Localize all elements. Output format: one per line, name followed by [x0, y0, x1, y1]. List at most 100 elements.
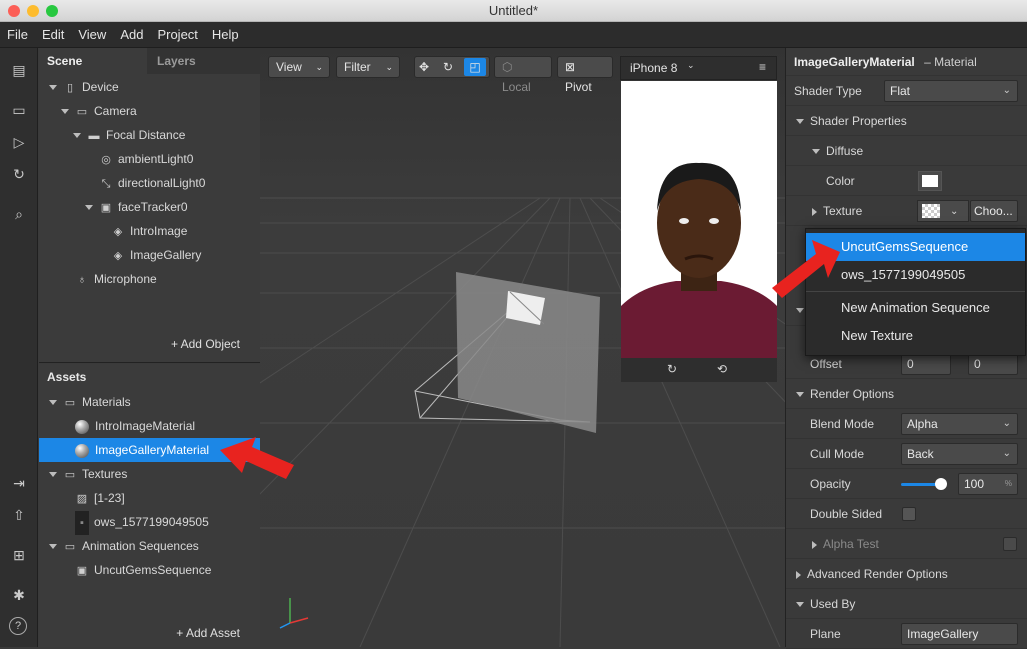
- tab-scene[interactable]: Scene: [39, 48, 147, 74]
- tree-item-camera[interactable]: ▭ Camera: [39, 99, 259, 123]
- double-sided-row: Double Sided: [786, 499, 1027, 529]
- simulator-controls: ↻ ⟲: [621, 358, 777, 382]
- opacity-input[interactable]: 100%: [958, 473, 1018, 495]
- menu-add[interactable]: Add: [113, 22, 150, 48]
- folder-icon: ▭: [64, 469, 76, 481]
- tree-item-intro-image[interactable]: ◈ IntroImage: [39, 219, 259, 243]
- color-swatch[interactable]: [918, 171, 942, 191]
- assets-title: Assets: [47, 370, 87, 384]
- chevron-down-icon: ⌄: [1002, 85, 1011, 96]
- chevron-down-icon: ⌄: [1002, 418, 1011, 429]
- asset-folder-materials[interactable]: ▭ Materials: [39, 390, 259, 414]
- menu-edit[interactable]: Edit: [35, 22, 71, 48]
- texture-picker[interactable]: ⌄: [917, 200, 969, 222]
- shader-properties-section[interactable]: Shader Properties: [786, 106, 1027, 136]
- tree-item-microphone[interactable]: ♁ Microphone: [39, 267, 259, 291]
- move-tool-icon[interactable]: ✥: [419, 57, 429, 77]
- zoom-window-button[interactable]: [46, 5, 58, 17]
- tree-item-focal-distance[interactable]: ▬ Focal Distance: [39, 123, 259, 147]
- blend-mode-select[interactable]: Alpha ⌄: [901, 413, 1018, 435]
- rotate-device-icon[interactable]: ⟲: [717, 362, 727, 376]
- choose-texture-button[interactable]: Choo...: [970, 200, 1018, 222]
- globe-icon: ◎: [101, 154, 111, 166]
- image-icon: ▨: [76, 493, 88, 505]
- tab-layers[interactable]: Layers: [149, 48, 259, 74]
- layout-icon[interactable]: ▤: [9, 60, 29, 80]
- menu-view[interactable]: View: [71, 22, 113, 48]
- assets-panel: Assets ▭ Materials IntroImageMaterial Ima…: [39, 364, 260, 647]
- chevron-down-icon: ⌄: [950, 206, 959, 217]
- add-object-button[interactable]: + Add Object: [171, 337, 240, 351]
- close-window-button[interactable]: [8, 5, 20, 17]
- inspector-header: ImageGalleryMaterial – Material: [786, 48, 1027, 76]
- asset-texture-ows[interactable]: ▪ ows_1577199049505: [39, 510, 259, 535]
- shader-type-row: Shader Type Flat ⌄: [786, 76, 1027, 106]
- refresh-icon[interactable]: ↻: [9, 164, 29, 184]
- tree-item-image-gallery[interactable]: ◈ ImageGallery: [39, 243, 259, 267]
- plane-icon: ◈: [113, 250, 123, 262]
- tree-item-device[interactable]: ▯ Device: [39, 75, 259, 99]
- play-icon[interactable]: ▷: [9, 132, 29, 152]
- texture-thumbnail-icon: ▪: [75, 511, 89, 535]
- folder-icon: ▭: [64, 397, 76, 409]
- filter-dropdown[interactable]: Filter ⌄: [336, 56, 400, 78]
- pivot-icon: ⊠: [565, 60, 576, 74]
- scene-viewport[interactable]: View ⌄ Filter ⌄ ✥ ↻ ◰ ⬡ Local ⊠ Pivot iPho…: [260, 48, 785, 647]
- asset-folder-animation-sequences[interactable]: ▭ Animation Sequences: [39, 534, 259, 558]
- tree-item-face-tracker[interactable]: ▣ faceTracker0: [39, 195, 259, 219]
- chevron-down-icon: ⌄: [1002, 448, 1011, 459]
- view-dropdown[interactable]: View ⌄: [268, 56, 330, 78]
- rotate-tool-icon[interactable]: ↻: [443, 57, 453, 77]
- cull-mode-select[interactable]: Back ⌄: [901, 443, 1018, 465]
- texture-thumbnail: [922, 204, 940, 218]
- refresh-icon[interactable]: ↻: [667, 362, 677, 376]
- add-folder-icon[interactable]: ⊞: [9, 545, 29, 565]
- search-icon[interactable]: ⌕: [9, 204, 29, 224]
- minimize-window-button[interactable]: [27, 5, 39, 17]
- chevron-down-icon: ⌄: [315, 62, 323, 72]
- bug-icon[interactable]: ✱: [9, 585, 29, 605]
- inspector-type: – Material: [924, 55, 977, 69]
- pivot-toggle[interactable]: ⊠ Pivot: [557, 56, 613, 94]
- offset-x-input[interactable]: 0: [901, 353, 951, 375]
- menu-help[interactable]: Help: [205, 22, 246, 48]
- plane-link[interactable]: ImageGallery: [901, 623, 1018, 645]
- blend-mode-row: Blend Mode Alpha ⌄: [786, 409, 1027, 439]
- add-asset-button[interactable]: + Add Asset: [176, 626, 240, 640]
- local-toggle[interactable]: ⬡ Local: [494, 56, 552, 94]
- scale-tool-icon[interactable]: ◰: [464, 58, 486, 76]
- menu-bar: File Edit View Add Project Help: [0, 22, 1027, 48]
- offset-y-input[interactable]: 0: [968, 353, 1018, 375]
- dropdown-item-new-texture[interactable]: New Texture: [806, 322, 1025, 350]
- microphone-icon: ♁: [77, 274, 87, 286]
- hamburger-menu-icon[interactable]: ≡: [759, 60, 766, 74]
- material-icon: [75, 419, 89, 434]
- double-sided-checkbox[interactable]: [902, 507, 916, 521]
- face-preview-image: [621, 162, 777, 358]
- texture-row: Texture ⌄ Choo...: [786, 196, 1027, 226]
- device-icon[interactable]: ⇥: [9, 473, 29, 493]
- light-icon: ⤡: [101, 178, 111, 190]
- diffuse-section[interactable]: Diffuse: [786, 136, 1027, 166]
- menu-file[interactable]: File: [0, 22, 35, 48]
- asset-uncut-gems-sequence[interactable]: ▣ UncutGemsSequence: [39, 558, 259, 582]
- opacity-slider-handle[interactable]: [935, 478, 947, 490]
- cube-icon: ⬡: [502, 60, 513, 74]
- device-selector[interactable]: iPhone 8 ⌄ ≡: [620, 56, 777, 80]
- share-icon[interactable]: ⇧: [9, 505, 29, 525]
- alpha-test-row: Alpha Test: [786, 529, 1027, 559]
- tree-item-ambient-light[interactable]: ◎ ambientLight0: [39, 147, 259, 171]
- window-title: Untitled*: [488, 3, 539, 18]
- annotation-arrow-right: [772, 240, 840, 298]
- video-icon[interactable]: ▭: [9, 100, 29, 120]
- advanced-render-options-section[interactable]: Advanced Render Options: [786, 559, 1027, 589]
- menu-project[interactable]: Project: [150, 22, 204, 48]
- scene-panel: Scene Layers ▯ Device ▭ Camera ▬ Focal Dist…: [39, 48, 260, 363]
- help-icon[interactable]: ?: [9, 617, 27, 635]
- used-by-section[interactable]: Used By: [786, 589, 1027, 619]
- render-options-section[interactable]: Render Options: [786, 379, 1027, 409]
- tree-item-directional-light[interactable]: ⤡ directionalLight0: [39, 171, 259, 195]
- alpha-test-checkbox[interactable]: [1003, 537, 1017, 551]
- shader-type-select[interactable]: Flat ⌄: [884, 80, 1018, 102]
- plane-row: Plane ImageGallery: [786, 619, 1027, 649]
